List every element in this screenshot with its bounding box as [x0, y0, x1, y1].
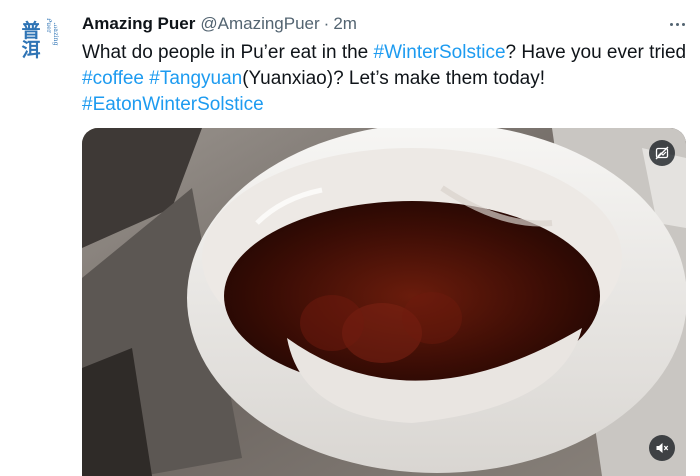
tweet-timestamp[interactable]: 2m	[333, 14, 357, 34]
hashtag-tangyuan[interactable]: #Tangyuan	[149, 68, 242, 89]
tweet-header: Amazing Puer @AmazingPuer · 2m	[82, 13, 357, 35]
tweet-text: What do people in Pu’er eat in the #Wint…	[82, 40, 694, 118]
more-dot-icon	[669, 22, 673, 26]
tweet-text-segment: (Yuanxiao)? Let’s make them today!	[242, 68, 546, 89]
avatar-logo-glyph: 普洱	[21, 20, 41, 61]
hide-media-button[interactable]	[649, 140, 675, 166]
unmute-video-button[interactable]	[649, 435, 675, 461]
tweet-video[interactable]	[82, 128, 686, 476]
hashtag-eaton-winter-solstice[interactable]: #EatonWinterSolstice	[82, 94, 264, 115]
header-separator: ·	[323, 14, 330, 33]
more-dot-icon	[681, 22, 685, 26]
avatar-logo-subtext: Amazing Puer	[45, 18, 59, 46]
avatar[interactable]: 普洱 Amazing Puer	[12, 14, 60, 62]
video-frame-illustration	[82, 128, 686, 476]
more-dot-icon	[675, 22, 679, 26]
hashtag-coffee[interactable]: #coffee	[82, 68, 144, 89]
hashtag-winter-solstice[interactable]: #WinterSolstice	[374, 42, 506, 63]
author-handle[interactable]: @AmazingPuer	[200, 14, 319, 34]
tweet-text-segment: ? Have you ever tried	[505, 42, 687, 63]
more-options-button[interactable]	[664, 14, 690, 34]
author-display-name[interactable]: Amazing Puer	[82, 14, 195, 34]
tweet-text-segment: What do people in Pu’er eat in the	[82, 42, 374, 63]
speaker-muted-icon	[656, 443, 669, 453]
hide-media-icon	[655, 146, 669, 160]
